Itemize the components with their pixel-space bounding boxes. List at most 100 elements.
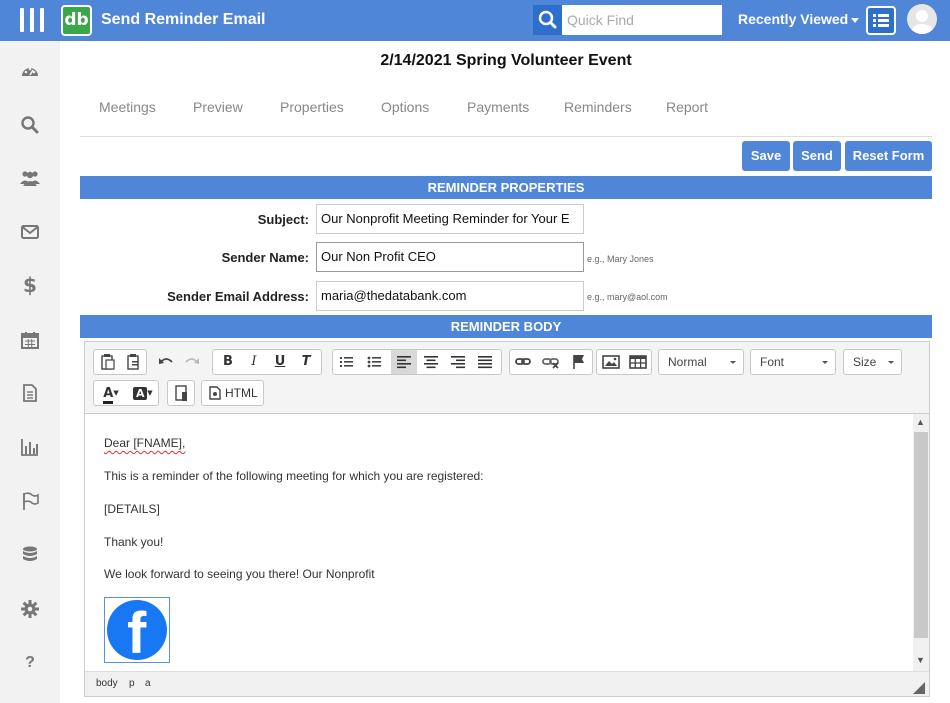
size-select-value: Size	[853, 355, 877, 369]
justify-button[interactable]	[472, 350, 498, 374]
scroll-down-icon[interactable]: ▼	[916, 655, 925, 665]
element-path-a[interactable]: a	[145, 678, 151, 689]
paste-button[interactable]	[94, 350, 120, 374]
sender-name-input[interactable]: Our Non Profit CEO	[316, 242, 584, 272]
dashboard-icon[interactable]	[20, 62, 40, 82]
subject-label: Subject:	[257, 212, 309, 227]
redo-icon	[185, 358, 199, 364]
people-icon[interactable]	[20, 168, 40, 188]
image-button[interactable]	[598, 350, 624, 374]
document-icon[interactable]	[20, 383, 40, 403]
menu-icon[interactable]	[20, 8, 44, 32]
user-avatar[interactable]	[907, 4, 937, 34]
flag-icon[interactable]	[20, 491, 40, 511]
rich-text-editor: B I U T Normal Font Size A▼ A ▼ HTML Dea…	[84, 341, 930, 697]
undo-icon	[159, 358, 173, 364]
scroll-up-icon[interactable]: ▲	[916, 417, 925, 427]
calendar-icon[interactable]	[20, 330, 40, 350]
sidebar: $ ?	[0, 41, 60, 703]
facebook-glyph: f	[127, 601, 147, 666]
chart-icon[interactable]	[20, 437, 40, 457]
tab-payments[interactable]: Payments	[467, 99, 529, 115]
app-title: Send Reminder Email	[101, 11, 266, 28]
tab-options[interactable]: Options	[381, 99, 429, 115]
table-icon	[629, 355, 647, 369]
element-path-p[interactable]: p	[129, 678, 135, 689]
sender-email-input[interactable]: maria@thedatabank.com	[316, 281, 584, 311]
bullet-list-icon	[367, 356, 381, 368]
link-button[interactable]	[510, 350, 536, 374]
bold-button[interactable]: B	[215, 350, 241, 374]
recently-viewed-label: Recently Viewed	[738, 11, 849, 27]
unlink-button[interactable]	[538, 350, 564, 374]
insert-group	[596, 349, 652, 375]
html-source-label: HTML	[225, 386, 258, 400]
subject-input[interactable]: Our Nonprofit Meeting Reminder for Your …	[316, 204, 584, 234]
unlink-icon	[542, 358, 559, 369]
tab-bar: Meetings Preview Properties Options Paym…	[80, 99, 932, 137]
justify-icon	[478, 356, 492, 369]
sender-email-label: Sender Email Address:	[167, 289, 309, 304]
database-icon[interactable]	[20, 545, 40, 565]
editor-content[interactable]: Dear [FNAME], This is a reminder of the …	[85, 414, 913, 671]
caret-down-icon: ▼	[147, 389, 153, 397]
reminder-body-header: REMINDER BODY	[80, 315, 932, 338]
help-icon[interactable]: ?	[20, 653, 40, 673]
editor-toolbar: B I U T Normal Font Size A▼ A ▼ HTML	[85, 342, 929, 414]
numbered-list-button[interactable]	[333, 350, 359, 374]
paste-text-icon	[127, 354, 139, 370]
editor-scrollbar[interactable]: ▲ ▼	[913, 414, 929, 671]
search-button[interactable]	[533, 5, 562, 35]
italic-button[interactable]: I	[241, 350, 267, 374]
format-select-value: Normal	[668, 355, 707, 369]
align-left-button[interactable]	[391, 350, 417, 374]
facebook-link-image[interactable]: f	[104, 597, 170, 666]
maximize-icon	[175, 385, 187, 401]
body-line-greeting-text: Dear [FNAME],	[104, 436, 186, 450]
size-select[interactable]: Size	[843, 349, 902, 375]
redo-button[interactable]	[179, 350, 205, 374]
flag-icon	[573, 355, 584, 369]
gear-icon[interactable]	[20, 599, 40, 619]
align-center-button[interactable]	[418, 350, 444, 374]
send-button[interactable]: Send	[793, 141, 841, 171]
paste-text-button[interactable]	[120, 350, 146, 374]
list-view-button[interactable]	[866, 6, 896, 35]
reset-form-button[interactable]: Reset Form	[845, 141, 932, 171]
recently-viewed-dropdown[interactable]: Recently Viewed	[738, 11, 860, 27]
caret-down-icon	[888, 361, 894, 364]
table-button[interactable]	[625, 350, 651, 374]
dollar-icon[interactable]: $	[20, 275, 40, 295]
tab-preview[interactable]: Preview	[193, 99, 243, 115]
underline-button[interactable]: U	[267, 350, 293, 374]
font-select-value: Font	[760, 355, 785, 369]
clear-format-button[interactable]: T	[293, 350, 319, 374]
undo-button[interactable]	[153, 350, 179, 374]
reminder-properties-header: REMINDER PROPERTIES	[80, 176, 932, 199]
tab-properties[interactable]: Properties	[280, 99, 344, 115]
resize-handle-icon[interactable]	[913, 682, 925, 694]
tab-reminders[interactable]: Reminders	[564, 99, 632, 115]
maximize-button[interactable]	[168, 381, 194, 405]
font-select[interactable]: Font	[750, 349, 836, 375]
tab-report[interactable]: Report	[666, 99, 708, 115]
anchor-button[interactable]	[566, 350, 592, 374]
list-icon	[873, 14, 889, 27]
text-color-button[interactable]: A▼	[96, 381, 126, 405]
scrollbar-thumb[interactable]	[914, 432, 928, 638]
app-logo[interactable]: db	[61, 5, 92, 36]
element-path-body[interactable]: body	[96, 678, 118, 689]
search-icon[interactable]	[20, 115, 40, 135]
quick-find-input[interactable]	[562, 5, 722, 35]
align-right-button[interactable]	[445, 350, 471, 374]
link-group	[509, 349, 593, 375]
background-color-button[interactable]: A ▼	[128, 381, 158, 405]
source-group[interactable]: HTML	[201, 380, 264, 406]
image-icon	[602, 355, 620, 369]
bullet-list-button[interactable]	[361, 350, 387, 374]
sender-name-hint: e.g., Mary Jones	[587, 254, 654, 264]
format-select[interactable]: Normal	[658, 349, 744, 375]
tab-meetings[interactable]: Meetings	[99, 99, 156, 115]
save-button[interactable]: Save	[742, 141, 790, 171]
mail-icon[interactable]	[20, 222, 40, 242]
